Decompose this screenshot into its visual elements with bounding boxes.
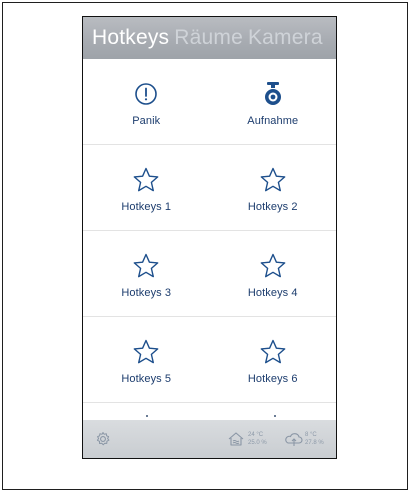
tab-bar: Hotkeys Räume Kamera (83, 17, 336, 59)
tile-label: Hotkeys 6 (247, 373, 298, 385)
tile-label: Hotkeys 3 (121, 287, 172, 299)
tile-label: Panik (132, 115, 161, 127)
grid-row: Hotkeys 5 Hotkeys 6 (83, 317, 336, 403)
star-icon (260, 339, 286, 365)
tile-label: Aufnahme (247, 115, 299, 127)
star-icon (133, 167, 159, 193)
tab-hotkeys[interactable]: Hotkeys (92, 26, 169, 50)
indoor-humidity: 25.0 % (248, 440, 267, 446)
partial-tile-edge (274, 415, 276, 417)
outdoor-temperature: 8 °C (305, 432, 317, 438)
aufnahme-button[interactable]: Aufnahme (210, 59, 337, 144)
status-bar: 24 °C 25.0 % 8 °C 27.8 % (83, 420, 336, 458)
tile-label: Hotkeys 2 (247, 201, 298, 213)
hotkey-grid: Panik Aufnahme Hotkeys 1 Hotkeys 2 Hotke… (83, 59, 336, 433)
grid-row: Hotkeys 1 Hotkeys 2 (83, 145, 336, 231)
tab-kamera[interactable]: Kamera (248, 26, 323, 50)
gear-icon[interactable] (95, 431, 111, 447)
tab-raeume[interactable]: Räume (174, 26, 243, 50)
partial-tile-edge (146, 415, 148, 417)
indoor-climate: 24 °C 25.0 % (227, 430, 267, 448)
grid-row: Hotkeys 3 Hotkeys 4 (83, 231, 336, 317)
tile-label: Hotkeys 4 (247, 287, 298, 299)
cloud-sun-icon (284, 430, 303, 448)
hotkeys-1-button[interactable]: Hotkeys 1 (83, 145, 210, 230)
camera-icon (260, 81, 286, 107)
app-screen: Hotkeys Räume Kamera Panik Aufnahme Hotk… (82, 16, 337, 459)
window-frame: Hotkeys Räume Kamera Panik Aufnahme Hotk… (2, 2, 408, 490)
indoor-temperature: 24 °C (248, 432, 264, 438)
outdoor-humidity: 27.8 % (305, 440, 324, 446)
hotkeys-5-button[interactable]: Hotkeys 5 (83, 317, 210, 402)
tile-label: Hotkeys 1 (121, 201, 172, 213)
panik-button[interactable]: Panik (83, 59, 210, 144)
hotkeys-3-button[interactable]: Hotkeys 3 (83, 231, 210, 316)
hotkeys-2-button[interactable]: Hotkeys 2 (210, 145, 337, 230)
star-icon (133, 339, 159, 365)
alert-circle-icon (133, 81, 159, 107)
outdoor-climate: 8 °C 27.8 % (284, 430, 324, 448)
tile-label: Hotkeys 5 (121, 373, 172, 385)
star-icon (260, 167, 286, 193)
hotkeys-6-button[interactable]: Hotkeys 6 (210, 317, 337, 402)
hotkeys-4-button[interactable]: Hotkeys 4 (210, 231, 337, 316)
star-icon (260, 253, 286, 279)
grid-row: Panik Aufnahme (83, 59, 336, 145)
star-icon (133, 253, 159, 279)
house-climate-icon (227, 430, 245, 448)
